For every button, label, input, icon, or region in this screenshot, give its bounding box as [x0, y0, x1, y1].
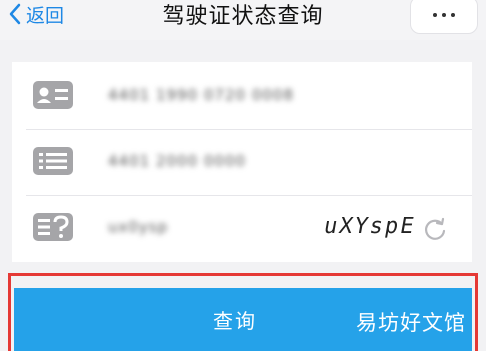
file-number-row[interactable]: 4401 2000 0000: [12, 130, 472, 194]
file-number-field[interactable]: 4401 2000 0000: [108, 152, 246, 172]
license-number-field[interactable]: 4401 1990 0720 0008: [108, 86, 294, 106]
id-card-icon: [33, 81, 73, 109]
query-form: 4401 1990 0720 0008 4401 2000 0000 ux0ys…: [12, 62, 472, 262]
refresh-icon[interactable]: [422, 216, 448, 242]
header-bar: 返回 驾驶证状态查询: [0, 0, 486, 40]
captcha-question-icon: [33, 213, 73, 241]
captcha-input[interactable]: ux0ysp: [108, 218, 168, 238]
more-dot-icon: [433, 13, 437, 17]
captcha-text: uXYspE: [321, 214, 418, 239]
more-options-button[interactable]: [410, 0, 478, 34]
watermark: 易坊好文馆: [356, 311, 466, 335]
captcha-image[interactable]: uXYspE: [318, 208, 418, 248]
captcha-row[interactable]: ux0ysp uXYspE: [12, 196, 472, 260]
license-number-row[interactable]: 4401 1990 0720 0008: [12, 64, 472, 128]
list-card-icon: [33, 147, 73, 175]
more-dot-icon: [451, 13, 455, 17]
more-dot-icon: [442, 13, 446, 17]
